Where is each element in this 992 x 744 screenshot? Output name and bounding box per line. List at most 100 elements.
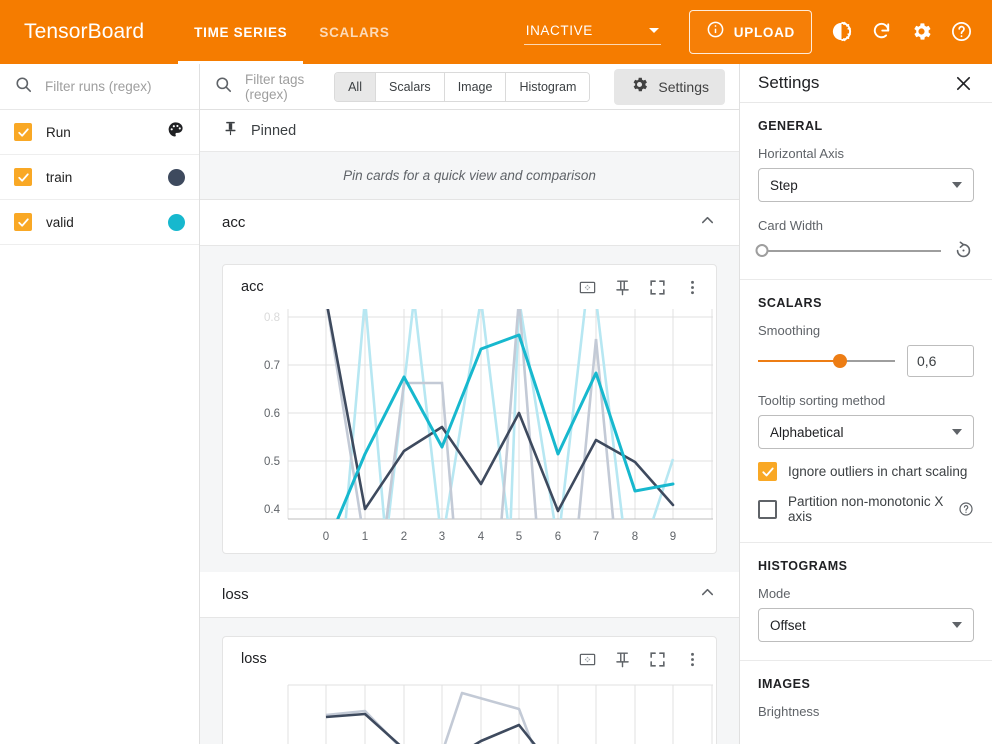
toggle-histogram[interactable]: Histogram (506, 73, 589, 101)
appbar-icon-group (830, 20, 974, 44)
tooltip-sort-value: Alphabetical (770, 425, 952, 440)
run-row-train[interactable]: train (0, 155, 199, 200)
contrast-icon[interactable] (830, 20, 854, 44)
smoothing-slider[interactable] (758, 352, 895, 370)
horizontal-axis-select[interactable]: Step (758, 168, 974, 202)
ignore-outliers-label: Ignore outliers in chart scaling (788, 464, 967, 479)
settings-section-general: GENERAL Horizontal Axis Step Card Width (740, 103, 992, 280)
tab-time-series[interactable]: TIME SERIES (178, 0, 303, 64)
series-train-raw-loss (326, 693, 535, 744)
tab-scalars[interactable]: SCALARS (303, 0, 405, 64)
cards-pane: Filter tags (regex) All Scalars Image Hi… (200, 64, 740, 744)
run-checkbox-train[interactable] (14, 168, 32, 186)
chart-card-loss-actions (578, 650, 702, 669)
card-width-knob[interactable] (755, 244, 768, 257)
upload-button[interactable]: UPLOAD (689, 10, 812, 54)
svg-text:4: 4 (478, 531, 485, 543)
histogram-mode-label: Mode (758, 586, 974, 601)
run-label-run: Run (46, 125, 152, 140)
toggle-scalars[interactable]: Scalars (376, 73, 445, 101)
help-icon[interactable] (958, 501, 974, 517)
partition-x-axis-checkbox[interactable] (758, 500, 777, 519)
chart-card-loss: loss (222, 636, 717, 744)
pin-icon (222, 120, 239, 142)
reset-icon[interactable] (953, 240, 974, 261)
run-status-label: INACTIVE (526, 23, 593, 38)
main-region: Filter runs (regex) Run (0, 64, 992, 744)
run-checkbox-run[interactable] (14, 123, 32, 141)
svg-text:8: 8 (632, 531, 638, 543)
tag-filter-input[interactable]: Filter tags (regex) (245, 72, 322, 102)
chart-card-acc: acc (222, 264, 717, 554)
fullscreen-icon[interactable] (648, 650, 667, 669)
fit-to-domain-icon[interactable] (578, 278, 597, 297)
smoothing-label: Smoothing (758, 323, 974, 338)
settings-images-title: IMAGES (758, 677, 974, 691)
chart-series-group (326, 309, 673, 547)
svg-text:0.8: 0.8 (264, 312, 280, 324)
runs-filter-row[interactable]: Filter runs (regex) (0, 64, 199, 110)
card-width-slider[interactable] (758, 242, 941, 260)
settings-section-histograms: HISTOGRAMS Mode Offset (740, 543, 992, 661)
chart-plot-loss[interactable] (223, 681, 716, 744)
help-icon[interactable] (950, 20, 974, 44)
settings-section-images: IMAGES Brightness (740, 661, 992, 744)
cards-scroll-area[interactable]: Pinned Pin cards for a quick view and co… (200, 110, 739, 744)
horizontal-axis-value: Step (770, 178, 952, 193)
refresh-icon[interactable] (870, 20, 894, 44)
chevron-up-icon[interactable] (698, 583, 717, 607)
chart-svg-loss (223, 681, 716, 744)
run-row-run[interactable]: Run (0, 110, 199, 155)
ignore-outliers-checkbox[interactable] (758, 462, 777, 481)
settings-histograms-title: HISTOGRAMS (758, 559, 974, 573)
run-color-dot-train (168, 169, 185, 186)
svg-text:0: 0 (323, 531, 329, 543)
histogram-mode-select[interactable]: Offset (758, 608, 974, 642)
chevron-up-icon[interactable] (698, 211, 717, 235)
runs-filter-input[interactable]: Filter runs (regex) (45, 79, 152, 94)
chart-card-acc-header: acc (223, 265, 716, 309)
settings-toggle-button[interactable]: Settings (614, 69, 725, 105)
y-gridlines (288, 317, 713, 509)
group-header-acc[interactable]: acc (200, 200, 739, 246)
pin-icon[interactable] (613, 650, 632, 669)
svg-text:6: 6 (555, 531, 561, 543)
smoothing-input[interactable]: 0,6 (907, 345, 974, 377)
svg-text:7: 7 (593, 531, 599, 543)
gear-icon[interactable] (910, 20, 934, 44)
svg-text:0.4: 0.4 (264, 504, 281, 516)
ignore-outliers-row[interactable]: Ignore outliers in chart scaling (758, 462, 974, 481)
horizontal-axis-label: Horizontal Axis (758, 146, 974, 161)
run-row-valid[interactable]: valid (0, 200, 199, 245)
fullscreen-icon[interactable] (648, 278, 667, 297)
brightness-label: Brightness (758, 704, 974, 719)
palette-icon[interactable] (166, 120, 185, 144)
app-brand: TensorBoard (24, 20, 144, 44)
toggle-image[interactable]: Image (445, 73, 507, 101)
runs-sidebar: Filter runs (regex) Run (0, 64, 200, 744)
run-status-selector[interactable]: INACTIVE (524, 19, 661, 45)
svg-text:0.5: 0.5 (264, 456, 280, 468)
app-bar: TensorBoard TIME SERIES SCALARS INACTIVE… (0, 0, 992, 64)
partition-x-axis-row[interactable]: Partition non-monotonic X axis (758, 494, 974, 524)
series-train (326, 309, 673, 511)
close-icon[interactable] (953, 73, 974, 94)
run-checkbox-valid[interactable] (14, 213, 32, 231)
spacer (758, 202, 974, 218)
smoothing-knob[interactable] (833, 354, 847, 368)
settings-general-title: GENERAL (758, 119, 974, 133)
group-header-loss[interactable]: loss (200, 572, 739, 618)
svg-text:0.7: 0.7 (264, 360, 280, 372)
partition-x-axis-label: Partition non-monotonic X axis (788, 494, 947, 524)
pin-icon[interactable] (613, 278, 632, 297)
chart-plot-acc[interactable]: 0.8 0.7 0.6 0.5 0.4 01 23 45 (223, 309, 716, 553)
svg-text:5: 5 (516, 531, 522, 543)
tooltip-sort-select[interactable]: Alphabetical (758, 415, 974, 449)
svg-text:0.6: 0.6 (264, 408, 280, 420)
more-vert-icon[interactable] (683, 650, 702, 669)
toggle-all[interactable]: All (335, 73, 376, 101)
more-vert-icon[interactable] (683, 278, 702, 297)
x-tick-labels: 01 23 45 67 89 (323, 531, 676, 543)
pinned-section-header[interactable]: Pinned (200, 110, 739, 152)
fit-to-domain-icon[interactable] (578, 650, 597, 669)
